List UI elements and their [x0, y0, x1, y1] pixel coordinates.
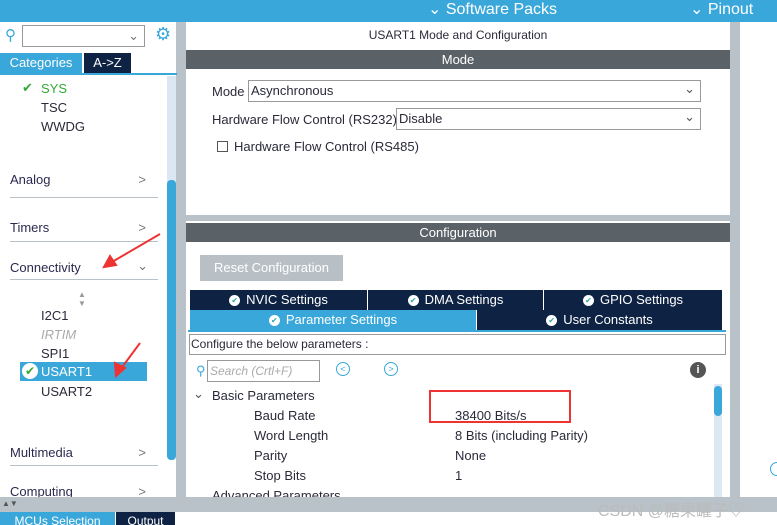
parameter-search-input[interactable]: Search (Crtl+F): [207, 360, 320, 382]
mode-label: Mode: [212, 84, 245, 99]
tab-label: GPIO Settings: [599, 292, 684, 307]
highlight-box: [429, 390, 571, 423]
search-icon: ⚲: [196, 363, 206, 378]
watermark: CSDN @糖果罐子♡: [598, 503, 745, 520]
tab-nvic-settings[interactable]: ✔ NVIC Settings: [190, 290, 368, 310]
main-panel: USART1 Mode and Configuration Mode Mode …: [186, 22, 730, 497]
param-value[interactable]: 8 Bits (including Parity): [455, 428, 588, 443]
param-value[interactable]: 1: [455, 468, 462, 483]
panel-title: USART1 Mode and Configuration: [368, 28, 548, 42]
hfc232-label: Hardware Flow Control (RS232): [212, 112, 397, 127]
param-value[interactable]: None: [455, 448, 486, 463]
param-name: Parity: [254, 448, 288, 463]
hfc232-select[interactable]: Disable ⌄: [396, 108, 701, 130]
chevron-down-icon: ⌄: [684, 81, 695, 96]
param-name: Baud Rate: [254, 408, 316, 423]
hfc485-checkbox[interactable]: [217, 141, 228, 152]
tab-mcus-selection[interactable]: MCUs Selection: [0, 512, 115, 525]
configuration-header: Configuration: [186, 223, 730, 242]
previous-icon[interactable]: <: [336, 362, 350, 376]
mode-value: Asynchronous: [251, 83, 334, 98]
tab-label: DMA Settings: [424, 292, 504, 307]
tab-dma-settings[interactable]: ✔ DMA Settings: [368, 290, 544, 310]
hfc232-value: Disable: [399, 111, 443, 126]
search-placeholder: Search (Crtl+F): [210, 364, 293, 378]
chevron-down-icon[interactable]: ⌄: [193, 386, 204, 402]
next-icon[interactable]: >: [384, 362, 398, 376]
mode-header: Mode: [186, 50, 730, 69]
splitter-arrows-icon[interactable]: ▲▼: [2, 499, 18, 508]
settings-tabs: ✔ NVIC Settings ✔ DMA Settings ✔ GPIO Setti…: [190, 290, 723, 330]
info-icon[interactable]: i: [690, 362, 706, 378]
mode-select[interactable]: Asynchronous ⌄: [248, 80, 701, 102]
configure-text: Configure the below parameters :: [189, 334, 726, 355]
reset-configuration-button[interactable]: Reset Configuration: [200, 255, 343, 281]
param-name: Stop Bits: [254, 468, 307, 483]
group-advanced-parameters[interactable]: Advanced Parameters: [212, 488, 341, 497]
splitter[interactable]: [177, 22, 186, 512]
tab-label: NVIC Settings: [246, 292, 328, 307]
zoom-icon[interactable]: [770, 462, 777, 476]
scrollbar[interactable]: [714, 384, 722, 497]
param-name: Word Length: [254, 428, 329, 443]
group-basic-parameters[interactable]: Basic Parameters: [212, 388, 315, 403]
tab-gpio-settings[interactable]: ✔ GPIO Settings: [544, 290, 723, 310]
tab-label: User Constants: [563, 312, 653, 327]
chevron-down-icon: ⌄: [684, 109, 695, 124]
tab-output[interactable]: Output: [116, 512, 175, 525]
tab-label: Parameter Settings: [285, 312, 398, 327]
tab-parameter-settings[interactable]: ✔ Parameter Settings: [190, 310, 477, 330]
hfc485-label: Hardware Flow Control (RS485): [234, 139, 419, 154]
tab-user-constants[interactable]: ✔ User Constants: [477, 310, 723, 330]
splitter[interactable]: [730, 22, 740, 512]
